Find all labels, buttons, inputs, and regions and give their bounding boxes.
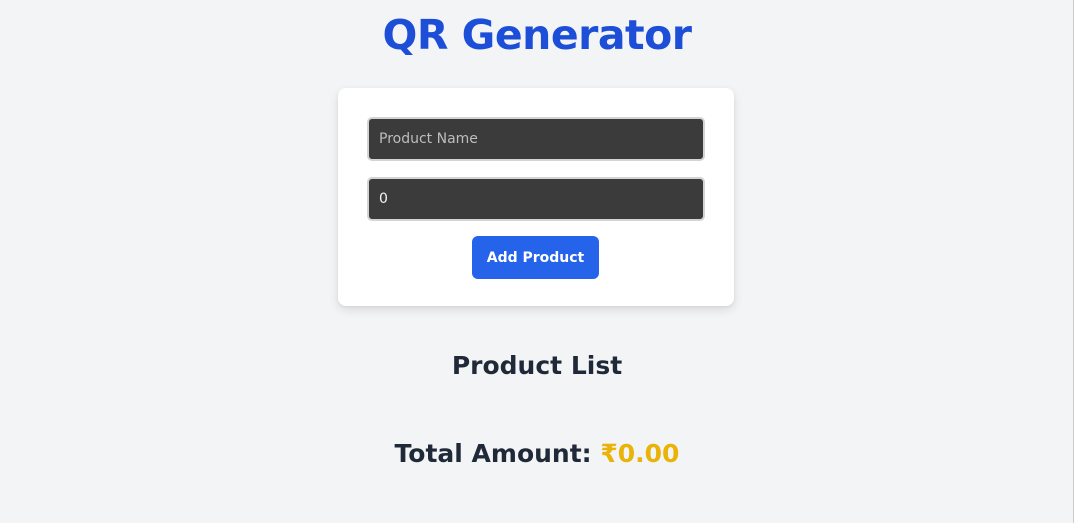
- total-amount: Total Amount: ₹0.00: [0, 436, 1074, 472]
- total-amount-label: Total Amount:: [394, 439, 601, 468]
- product-name-input[interactable]: [367, 117, 705, 161]
- add-product-button[interactable]: Add Product: [472, 236, 599, 279]
- product-list-heading: Product List: [451, 351, 623, 380]
- product-price-input[interactable]: [367, 177, 705, 221]
- total-amount-value: ₹0.00: [600, 439, 680, 468]
- product-form-card: Add Product: [338, 88, 734, 306]
- page: QR Generator Add Product Product List To…: [0, 0, 1074, 523]
- page-title: QR Generator: [382, 11, 692, 59]
